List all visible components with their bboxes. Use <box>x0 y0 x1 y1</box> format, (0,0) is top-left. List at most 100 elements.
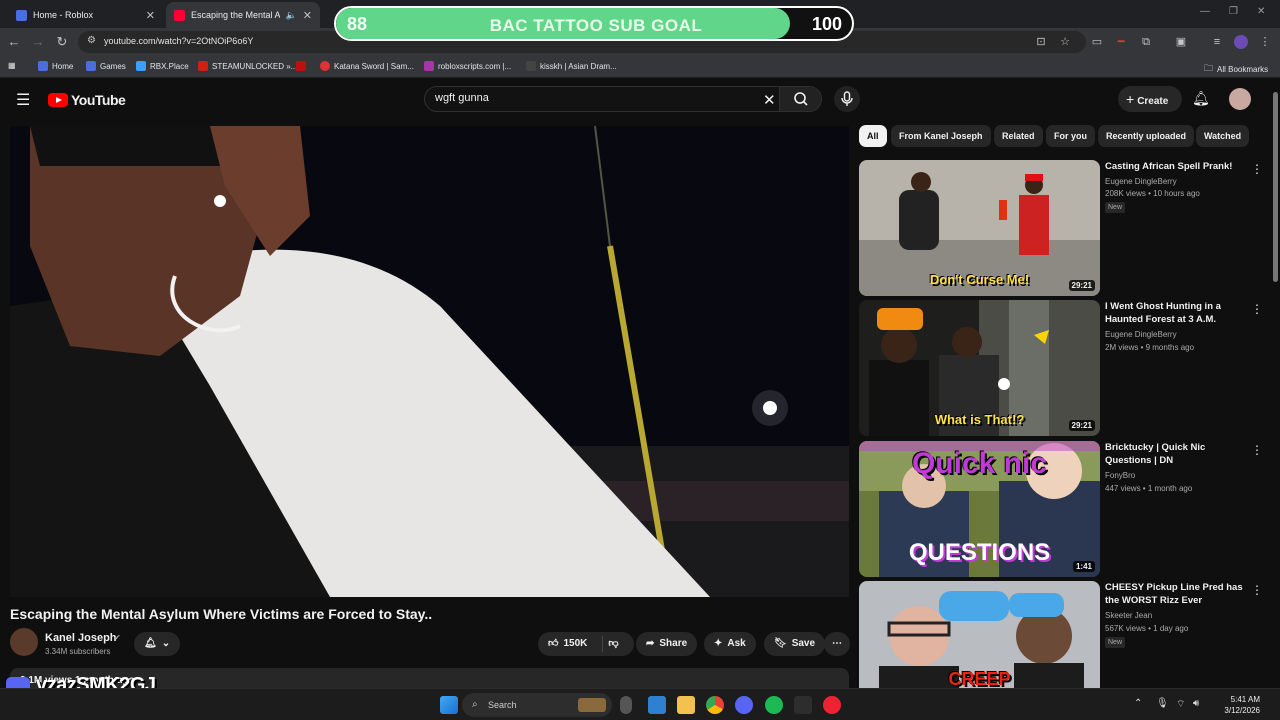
extensions-puzzle-icon[interactable]: ⧉ <box>1139 35 1153 49</box>
rec-channel[interactable]: Eugene DingleBerry <box>1105 177 1177 186</box>
save-button[interactable]: 🔖︎ Save <box>764 632 826 656</box>
taskbar-search[interactable]: ⌕ Search <box>462 693 612 717</box>
roblox-icon <box>38 61 48 71</box>
bookmark-red-icon[interactable] <box>296 61 306 71</box>
extension-red-icon[interactable]: ━ <box>1114 35 1128 49</box>
more-vertical-icon[interactable]: ⋮ <box>1251 302 1263 316</box>
side-panel-icon[interactable]: ▣ <box>1174 35 1188 49</box>
discord-taskbar-icon[interactable] <box>735 696 753 714</box>
more-actions-button[interactable]: ⋯ <box>824 632 850 656</box>
recommendation-item[interactable]: Quick nic QUESTIONS 1:41 Bricktucky | Qu… <box>859 441 1267 577</box>
notifications-bell-icon[interactable]: 🔔︎ <box>1192 90 1210 107</box>
speaker-icon[interactable]: 🔈 <box>286 10 297 21</box>
like-button[interactable]: 👍︎ 150K 👎︎ <box>538 632 634 656</box>
roblox-favicon-icon <box>16 9 27 21</box>
close-tab-icon[interactable]: ✕ <box>303 9 312 22</box>
thumbs-down-icon[interactable]: 👎︎ <box>608 632 618 656</box>
recommendation-item[interactable]: CREEP CHEESY Pickup Line Pred has the WO… <box>859 581 1267 688</box>
more-vertical-icon[interactable]: ⋮ <box>1251 162 1263 176</box>
spotify-icon[interactable] <box>765 696 783 714</box>
taskbar-clock[interactable]: 5:41 AM 3/12/2026 <box>1210 694 1260 716</box>
extension-icon[interactable]: ▭ <box>1090 35 1104 49</box>
bookmark-rbxplace[interactable]: RBX.Place <box>136 61 189 71</box>
reload-icon[interactable]: ↻ <box>54 34 70 50</box>
ask-button[interactable]: ✦ Ask <box>704 632 756 656</box>
more-vertical-icon[interactable]: ⋮ <box>1251 583 1263 597</box>
bookmark-steamunlocked[interactable]: STEAMUNLOCKED »... <box>198 61 297 71</box>
chip-watched[interactable]: Watched <box>1196 125 1250 147</box>
bookmark-games[interactable]: Games <box>86 61 126 71</box>
close-tab-icon[interactable]: ✕ <box>146 9 155 22</box>
chip-recently-uploaded[interactable]: Recently uploaded <box>1098 125 1195 147</box>
wifi-icon[interactable]: ⌔ <box>1176 698 1185 711</box>
voice-search-button[interactable] <box>834 86 860 112</box>
chip-related[interactable]: Related <box>994 125 1043 147</box>
app-icon[interactable] <box>794 696 812 714</box>
chip-all[interactable]: All <box>859 125 887 147</box>
chrome-icon[interactable] <box>706 696 724 714</box>
rec-title[interactable]: Casting African Spell Prank! <box>1105 160 1251 173</box>
search-button[interactable] <box>779 87 821 111</box>
windows-taskbar: ⌕ Search ⌃ 🎙︎ ⌔ 🔊︎ 5:41 AM 3/12/2026 <box>0 688 1280 720</box>
bookmark-home[interactable]: Home <box>38 61 73 71</box>
bookmark-kisskh[interactable]: kisskh | Asian Dram... <box>526 61 617 71</box>
channel-name[interactable]: Kanel Joseph <box>45 632 117 644</box>
create-button[interactable]: + Create <box>1118 86 1182 112</box>
rec-title[interactable]: I Went Ghost Hunting in a Haunted Forest… <box>1105 300 1251 326</box>
bookmark-star-icon[interactable]: ☆ <box>1058 35 1072 49</box>
volume-icon[interactable]: 🔊︎ <box>1193 698 1199 709</box>
mouse-icon[interactable] <box>620 696 632 714</box>
opera-icon[interactable] <box>823 696 841 714</box>
site-info-icon[interactable]: ⚙ <box>87 35 96 46</box>
file-explorer-icon[interactable] <box>677 696 695 714</box>
close-window-icon[interactable]: ✕ <box>1257 6 1265 17</box>
recommendation-item[interactable]: What is That!? 29:21 I Went Ghost Huntin… <box>859 300 1267 436</box>
subscribed-bell-button[interactable]: 🔔︎ ⌄ <box>134 632 181 656</box>
chip-from-channel[interactable]: From Kanel Joseph <box>891 125 991 147</box>
new-badge: New <box>1105 202 1126 213</box>
scrollbar-thumb[interactable] <box>1273 92 1278 282</box>
clear-search-icon[interactable]: ✕ <box>763 91 776 109</box>
chip-for-you[interactable]: For you <box>1046 125 1095 147</box>
channel-avatar[interactable] <box>10 628 38 656</box>
roblox-icon <box>86 61 96 71</box>
video-actions-row: Kanel Joseph ✔ 3.34M subscribers 🔔︎ ⌄ 👍︎… <box>10 628 850 660</box>
back-icon[interactable]: ← <box>6 34 22 50</box>
browser-menu-icon[interactable]: ⋮ <box>1258 35 1272 49</box>
all-bookmarks[interactable]: 🗀 All Bookmarks <box>1204 61 1268 77</box>
rec-channel[interactable]: Skeeter Jean <box>1105 611 1152 620</box>
recommendation-item[interactable]: Don't Curse Me! 29:21 Casting African Sp… <box>859 160 1267 296</box>
task-view-icon[interactable] <box>648 696 666 714</box>
minimize-icon[interactable]: — <box>1200 6 1210 17</box>
maximize-icon[interactable]: ❐ <box>1229 6 1238 17</box>
profile-avatar-icon[interactable] <box>1234 35 1248 49</box>
rec-title[interactable]: CHEESY Pickup Line Pred has the WORST Ri… <box>1105 581 1251 607</box>
video-thumbnail[interactable]: Don't Curse Me! 29:21 <box>859 160 1100 296</box>
youtube-logo[interactable]: YouTube <box>48 92 126 108</box>
menu-hamburger-icon[interactable]: ☰ <box>16 90 30 110</box>
rec-channel[interactable]: Eugene DingleBerry <box>1105 330 1177 339</box>
video-player[interactable] <box>10 126 849 597</box>
video-thumbnail[interactable]: Quick nic QUESTIONS 1:41 <box>859 441 1100 577</box>
page-scrollbar[interactable] <box>1271 82 1280 688</box>
rec-channel[interactable]: FonyBro <box>1105 471 1135 480</box>
media-controls-icon[interactable]: ≡ <box>1210 35 1224 49</box>
bookmark-katana[interactable]: Katana Sword | Sam... <box>320 61 414 71</box>
video-thumbnail[interactable]: What is That!? 29:21 <box>859 300 1100 436</box>
rec-title[interactable]: Bricktucky | Quick Nic Questions | DN <box>1105 441 1251 467</box>
microphone-tray-icon[interactable]: 🎙︎ <box>1156 698 1169 709</box>
windows-start-icon[interactable] <box>440 696 458 714</box>
account-avatar[interactable] <box>1229 88 1251 110</box>
forward-icon[interactable]: → <box>30 34 46 50</box>
tray-chevron-icon[interactable]: ⌃ <box>1134 698 1142 709</box>
bookmark-robloxscripts[interactable]: robloxscripts.com |... <box>424 61 511 71</box>
tab-roblox-home[interactable]: Home - Roblox ✕ <box>8 2 163 28</box>
search-input[interactable] <box>435 92 755 104</box>
apps-grid-icon[interactable]: ▦ <box>8 61 16 70</box>
install-app-icon[interactable]: ⊡ <box>1034 35 1048 49</box>
tab-youtube-video[interactable]: Escaping the Mental Asylum 🔈 ✕ <box>166 2 320 28</box>
more-vertical-icon[interactable]: ⋮ <box>1251 443 1263 457</box>
video-thumbnail[interactable]: CREEP <box>859 581 1100 688</box>
share-button[interactable]: ➦ Share <box>636 632 698 656</box>
duration-badge: 1:41 <box>1072 561 1095 572</box>
